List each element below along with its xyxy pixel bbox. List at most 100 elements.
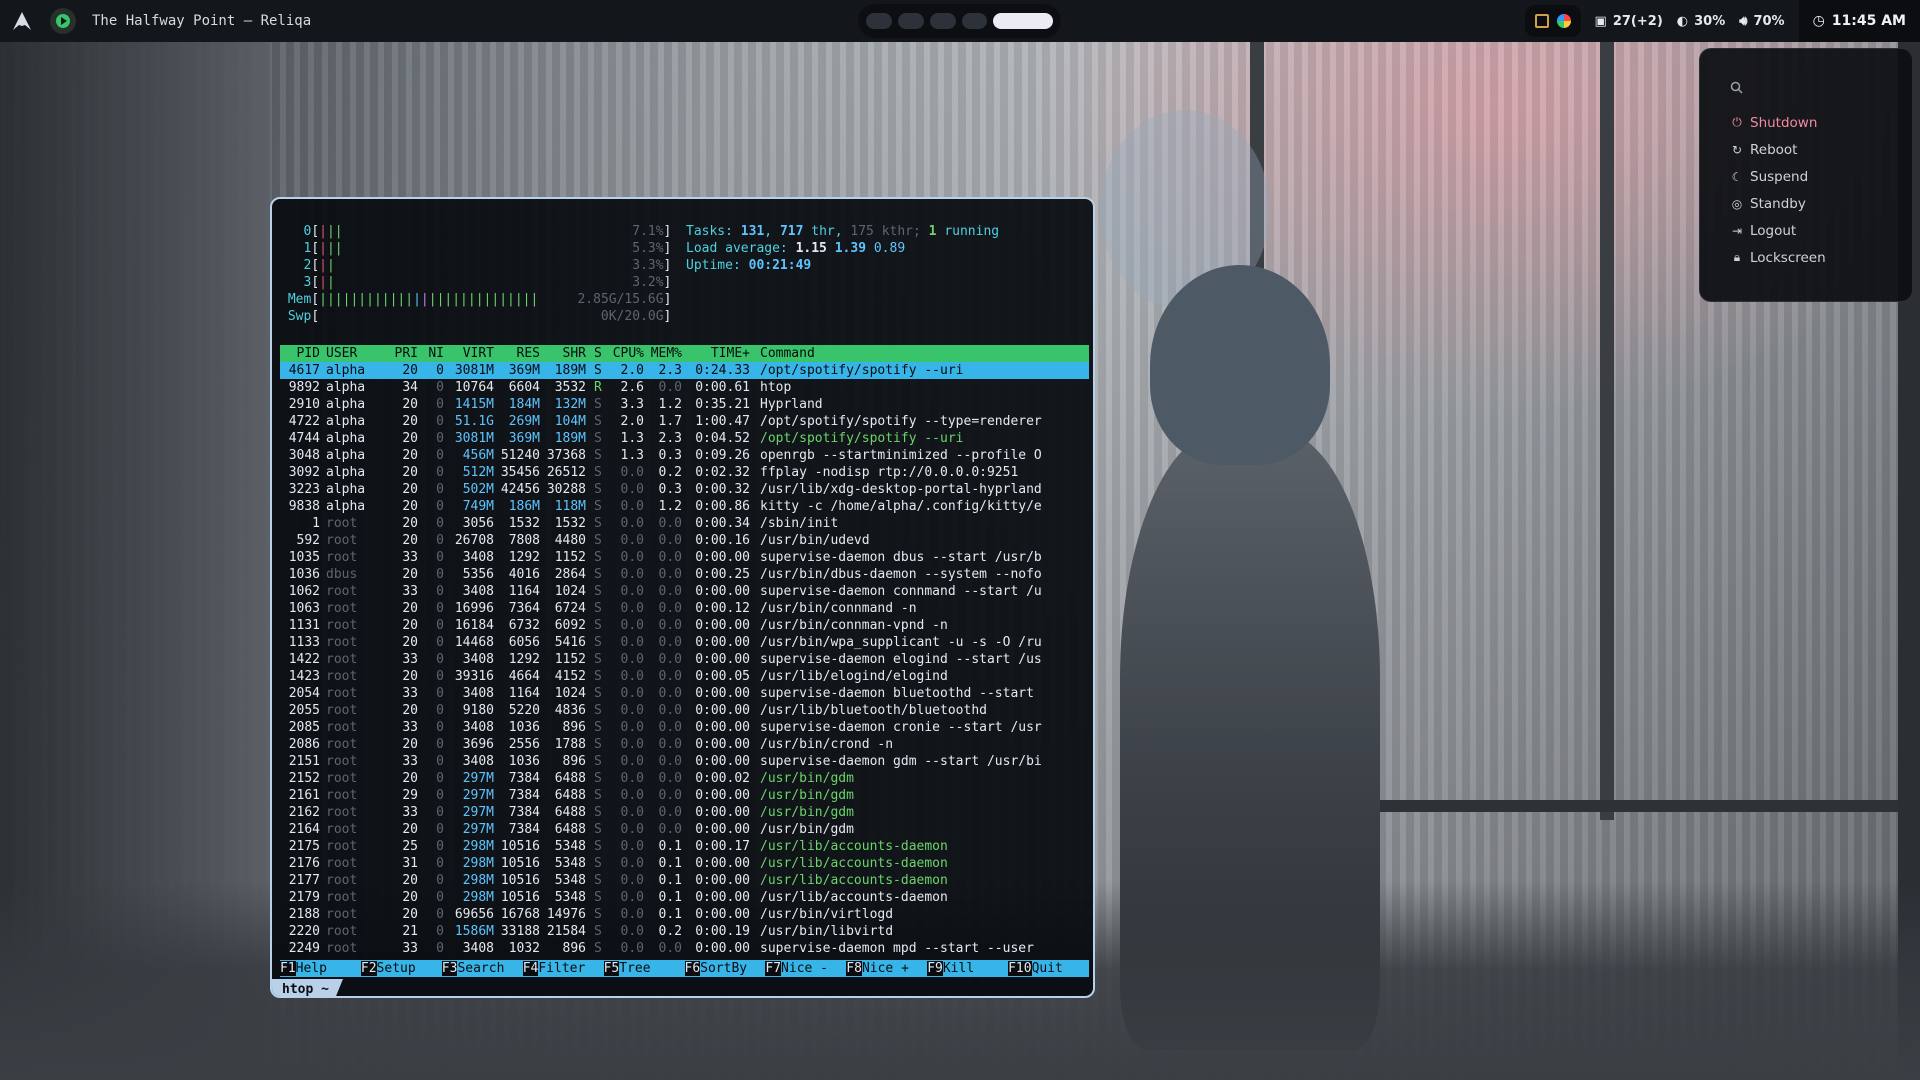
fkey-f2[interactable]: F2Setup xyxy=(360,960,442,977)
window-title: The Halfway Point — Reliqa xyxy=(92,13,312,29)
shutdown-item[interactable]: ⏻ Shutdown xyxy=(1730,109,1882,136)
power-menu-search[interactable] xyxy=(1730,75,1882,99)
table-row-ni: 0 xyxy=(436,686,444,701)
table-row-pri: 20 xyxy=(402,771,418,786)
table-row-mem: 0.1 xyxy=(658,856,682,871)
brightness-indicator[interactable]: ◐ 30% xyxy=(1677,14,1725,29)
column-header-time[interactable]: TIME+ xyxy=(688,345,750,362)
fkey-f6[interactable]: F6SortBy xyxy=(684,960,766,977)
table-row-pri: 20 xyxy=(402,363,418,378)
mem-meter-bar: | xyxy=(452,292,461,307)
table-row-cpu: 0.0 xyxy=(620,652,644,667)
fkey-f9[interactable]: F9Kill xyxy=(927,960,1008,977)
fkey-f7[interactable]: F7Nice - xyxy=(765,960,846,977)
table-row-mem: 0.0 xyxy=(658,669,682,684)
table-row-command: openrgb --startminimized --profile O xyxy=(760,448,1042,463)
table-row-res: 4016 xyxy=(508,567,540,582)
mem-meter-bar: | xyxy=(358,292,367,307)
cpu-0-meter: 0[||| 7.1%] xyxy=(280,223,671,240)
terminal-window[interactable]: 0[||| 7.1%] 1[||| 5.3%] 2[|| 3.3%] 3[|| … xyxy=(270,197,1095,998)
table-row-ni: 0 xyxy=(436,924,444,939)
table-row-shr: 132M xyxy=(554,397,586,412)
workspace-3[interactable] xyxy=(929,13,956,29)
table-row-time: 0:24.33 xyxy=(695,363,750,378)
media-play-icon[interactable] xyxy=(50,8,76,34)
column-header-cpu[interactable]: CPU% xyxy=(606,345,644,362)
table-row-virt: 298M xyxy=(462,873,494,888)
table-row-command: /usr/bin/libvirtd xyxy=(760,924,894,939)
table-row-user: root xyxy=(326,941,358,956)
column-header-virt[interactable]: VIRT xyxy=(448,345,494,362)
cpu-chip-icon[interactable] xyxy=(1534,14,1549,28)
standby-item[interactable]: ◎ Standby xyxy=(1730,190,1882,217)
table-row-shr: 5416 xyxy=(554,635,586,650)
fkey-f8[interactable]: F8Nice + xyxy=(846,960,927,977)
table-row-state: S xyxy=(594,873,602,888)
column-header-state[interactable]: S xyxy=(594,345,604,362)
table-row-pid: 592 xyxy=(296,533,320,548)
suspend-item[interactable]: ☾ Suspend xyxy=(1730,163,1882,190)
table-row-mem: 0.0 xyxy=(658,550,682,565)
table-row-time: 0:00.00 xyxy=(695,584,750,599)
column-header-ni[interactable]: NI xyxy=(420,345,444,362)
table-row-virt: 3408 xyxy=(462,720,494,735)
fkey-label: Tree xyxy=(619,961,651,976)
table-row-shr: 896 xyxy=(562,941,586,956)
table-row-shr: 6488 xyxy=(554,805,586,820)
volume-indicator[interactable]: 🔊︎ 70% xyxy=(1739,14,1784,29)
fkey-f5[interactable]: F5Tree xyxy=(603,960,685,977)
table-row-command: /opt/spotify/spotify --uri xyxy=(760,431,964,446)
volume-value: 70% xyxy=(1753,13,1785,29)
workspace-1[interactable] xyxy=(866,13,892,29)
fkey-f4[interactable]: F4Filter xyxy=(522,960,604,977)
workspace-5[interactable] xyxy=(993,13,1054,29)
column-header-shr[interactable]: SHR xyxy=(540,345,586,362)
table-row-command: Hyprland xyxy=(760,397,823,412)
fkey-f10[interactable]: F10Quit xyxy=(1008,960,1089,977)
table-row-res: 10516 xyxy=(500,839,540,854)
load-label: Load average: xyxy=(686,241,788,256)
table-row-time: 0:00.00 xyxy=(695,805,750,820)
column-header-user[interactable]: USER xyxy=(326,345,390,362)
terminal-tab[interactable]: htop ~ xyxy=(272,979,343,996)
table-row-pid: 9838 xyxy=(288,499,320,514)
column-header-pri[interactable]: PRI xyxy=(388,345,418,362)
column-header-mem[interactable]: MEM% xyxy=(644,345,682,362)
table-row-ni: 0 xyxy=(436,839,444,854)
table-row-virt: 456M xyxy=(462,448,494,463)
workspace-2[interactable] xyxy=(897,13,924,29)
table-row-pid: 1422 xyxy=(288,652,320,667)
fkey-f1[interactable]: F1Help xyxy=(280,960,361,977)
logout-item[interactable]: ⇥ Logout xyxy=(1730,217,1882,244)
table-row-cpu: 0.0 xyxy=(620,822,644,837)
reboot-item[interactable]: ↻ Reboot xyxy=(1730,136,1882,163)
table-row-pri: 20 xyxy=(402,397,418,412)
table-row-res: 35456 xyxy=(500,465,540,480)
wallpaper-window-mullion xyxy=(1250,40,1264,820)
table-row-res: 33188 xyxy=(500,924,540,939)
lockscreen-item[interactable]: 🔒︎ Lockscreen xyxy=(1730,244,1882,271)
arch-logo-icon[interactable] xyxy=(10,9,34,33)
clock-time: 11:45 AM xyxy=(1831,13,1906,29)
table-row-pri: 33 xyxy=(402,805,418,820)
table-row-mem: 0.1 xyxy=(658,873,682,888)
table-row-res: 7808 xyxy=(508,533,540,548)
openrgb-icon[interactable] xyxy=(1556,14,1571,28)
wallpaper-reflection xyxy=(1100,110,1270,310)
table-row-virt: 14468 xyxy=(454,635,494,650)
power-item-label: Shutdown xyxy=(1750,114,1818,131)
fkey-f3[interactable]: F3Search xyxy=(441,960,523,977)
fkey-label: Nice + xyxy=(861,961,909,976)
column-header-res[interactable]: RES xyxy=(494,345,540,362)
column-header-pid[interactable]: PID xyxy=(280,345,320,362)
table-row-command: supervise-daemon elogind --start /us xyxy=(760,652,1042,667)
workspace-4[interactable] xyxy=(961,13,988,29)
column-header-command[interactable]: Command xyxy=(760,345,1093,362)
clock[interactable]: ◷ 11:45 AM xyxy=(1798,0,1920,42)
table-row-mem: 0.0 xyxy=(658,822,682,837)
updates-indicator[interactable]: ▣ 27(+2) xyxy=(1595,14,1663,29)
table-row-command: /usr/bin/connman-vpnd -n xyxy=(760,618,948,633)
table-row-mem: 0.0 xyxy=(658,516,682,531)
table-row-mem: 0.0 xyxy=(658,941,682,956)
table-row-ni: 0 xyxy=(436,890,444,905)
